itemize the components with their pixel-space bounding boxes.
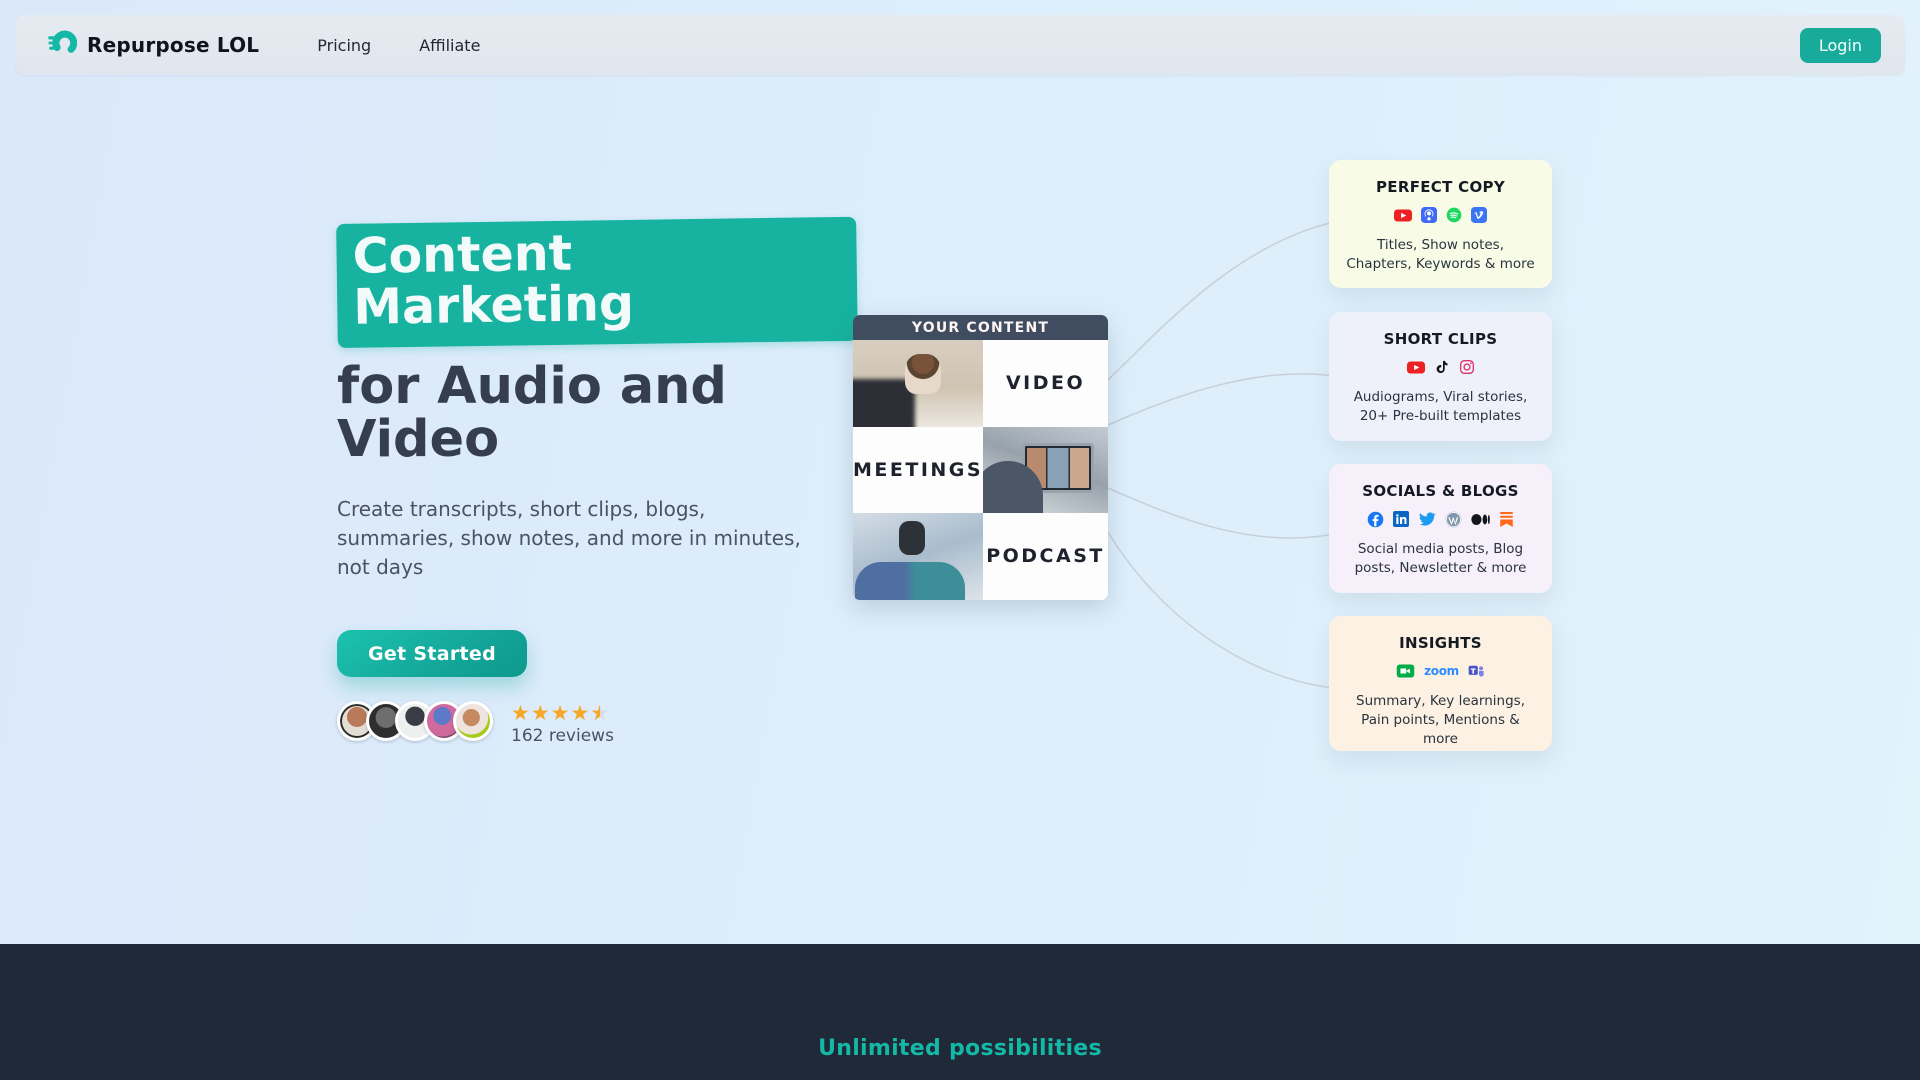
meeting-photo xyxy=(983,427,1108,514)
card-description: Summary, Key learnings, Pain points, Men… xyxy=(1345,692,1536,749)
star-icon: ★ xyxy=(531,703,550,724)
wordpress-icon xyxy=(1445,511,1462,528)
card-icons xyxy=(1345,510,1536,528)
twitter-icon xyxy=(1418,511,1436,527)
navbar: Repurpose LOL Pricing Affiliate Login xyxy=(15,15,1905,75)
rating: ★ ★ ★ ★ ★ 162 reviews xyxy=(511,701,614,746)
content-label-video: VIDEO xyxy=(983,340,1108,427)
nav-link-affiliate[interactable]: Affiliate xyxy=(419,36,480,55)
footer-headline: Unlimited possibilities xyxy=(0,1036,1920,1061)
reviews-count: 162 reviews xyxy=(511,726,614,746)
card-icons xyxy=(1345,358,1536,376)
avatar-group xyxy=(337,701,493,741)
card-title: SHORT CLIPS xyxy=(1345,330,1536,348)
star-icon: ★ xyxy=(551,703,570,724)
medium-icon xyxy=(1471,512,1490,527)
video-photo xyxy=(853,340,983,427)
hero-description: Create transcripts, short clips, blogs, … xyxy=(337,495,817,582)
youtube-icon xyxy=(1394,208,1412,223)
spotify-icon xyxy=(1446,207,1462,223)
vimeo-icon xyxy=(1471,207,1487,223)
hero-section: Content Marketing for Audio and Video Cr… xyxy=(337,224,857,746)
nav-links: Pricing Affiliate xyxy=(317,36,480,55)
card-title: PERFECT COPY xyxy=(1345,178,1536,196)
avatar xyxy=(453,701,493,741)
zoom-icon: zoom xyxy=(1424,664,1459,678)
card-title: SOCIALS & BLOGS xyxy=(1345,482,1536,500)
brand[interactable]: Repurpose LOL xyxy=(47,28,259,62)
card-title: INSIGHTS xyxy=(1345,634,1536,652)
feature-card-socials-blogs: SOCIALS & BLOGS Social media posts, Blog… xyxy=(1329,464,1552,593)
substack-icon xyxy=(1499,511,1514,528)
headline-highlight: Content Marketing xyxy=(336,217,858,348)
star-icon: ★ xyxy=(570,703,589,724)
feature-card-short-clips: SHORT CLIPS Audiograms, Viral stories, 2… xyxy=(1329,312,1552,441)
facebook-icon xyxy=(1367,511,1384,528)
card-description: Audiograms, Viral stories, 20+ Pre-built… xyxy=(1345,388,1536,426)
linkedin-icon xyxy=(1393,511,1409,527)
star-icon: ★ xyxy=(511,703,530,724)
card-icons: zoom xyxy=(1345,662,1536,680)
brand-name: Repurpose LOL xyxy=(87,33,259,57)
instagram-icon xyxy=(1459,359,1475,375)
youtube-icon xyxy=(1407,360,1425,375)
podcast-photo xyxy=(853,513,983,600)
social-proof: ★ ★ ★ ★ ★ 162 reviews xyxy=(337,701,857,746)
repurpose-logo-icon xyxy=(47,28,77,62)
teams-icon xyxy=(1468,663,1485,679)
content-label-meetings: MEETINGS xyxy=(853,427,983,514)
get-started-button[interactable]: Get Started xyxy=(337,630,527,677)
card-description: Social media posts, Blog posts, Newslett… xyxy=(1345,540,1536,578)
content-label-podcast: PODCAST xyxy=(983,513,1108,600)
apple-podcasts-icon xyxy=(1421,207,1437,223)
card-icons xyxy=(1345,206,1536,224)
feature-card-perfect-copy: PERFECT COPY Titles, Show notes, Chapter… xyxy=(1329,160,1552,288)
google-meet-icon xyxy=(1396,663,1415,679)
half-star-icon: ★ xyxy=(590,703,609,724)
footer: Unlimited possibilities xyxy=(0,944,1920,1080)
tiktok-icon xyxy=(1434,359,1450,376)
feature-card-insights: INSIGHTS zoom Summary, Key learnings, Pa… xyxy=(1329,616,1552,751)
nav-link-pricing[interactable]: Pricing xyxy=(317,36,371,55)
your-content-card: YOUR CONTENT VIDEO MEETINGS PODCAST xyxy=(853,315,1108,600)
landing-page: Repurpose LOL Pricing Affiliate Login Co… xyxy=(0,0,1920,1080)
content-grid: VIDEO MEETINGS PODCAST xyxy=(853,340,1108,600)
headline: for Audio and Video xyxy=(337,360,837,467)
star-rating: ★ ★ ★ ★ ★ xyxy=(511,703,614,724)
card-description: Titles, Show notes, Chapters, Keywords &… xyxy=(1345,236,1536,274)
login-button[interactable]: Login xyxy=(1800,28,1881,63)
content-card-title: YOUR CONTENT xyxy=(853,315,1108,340)
